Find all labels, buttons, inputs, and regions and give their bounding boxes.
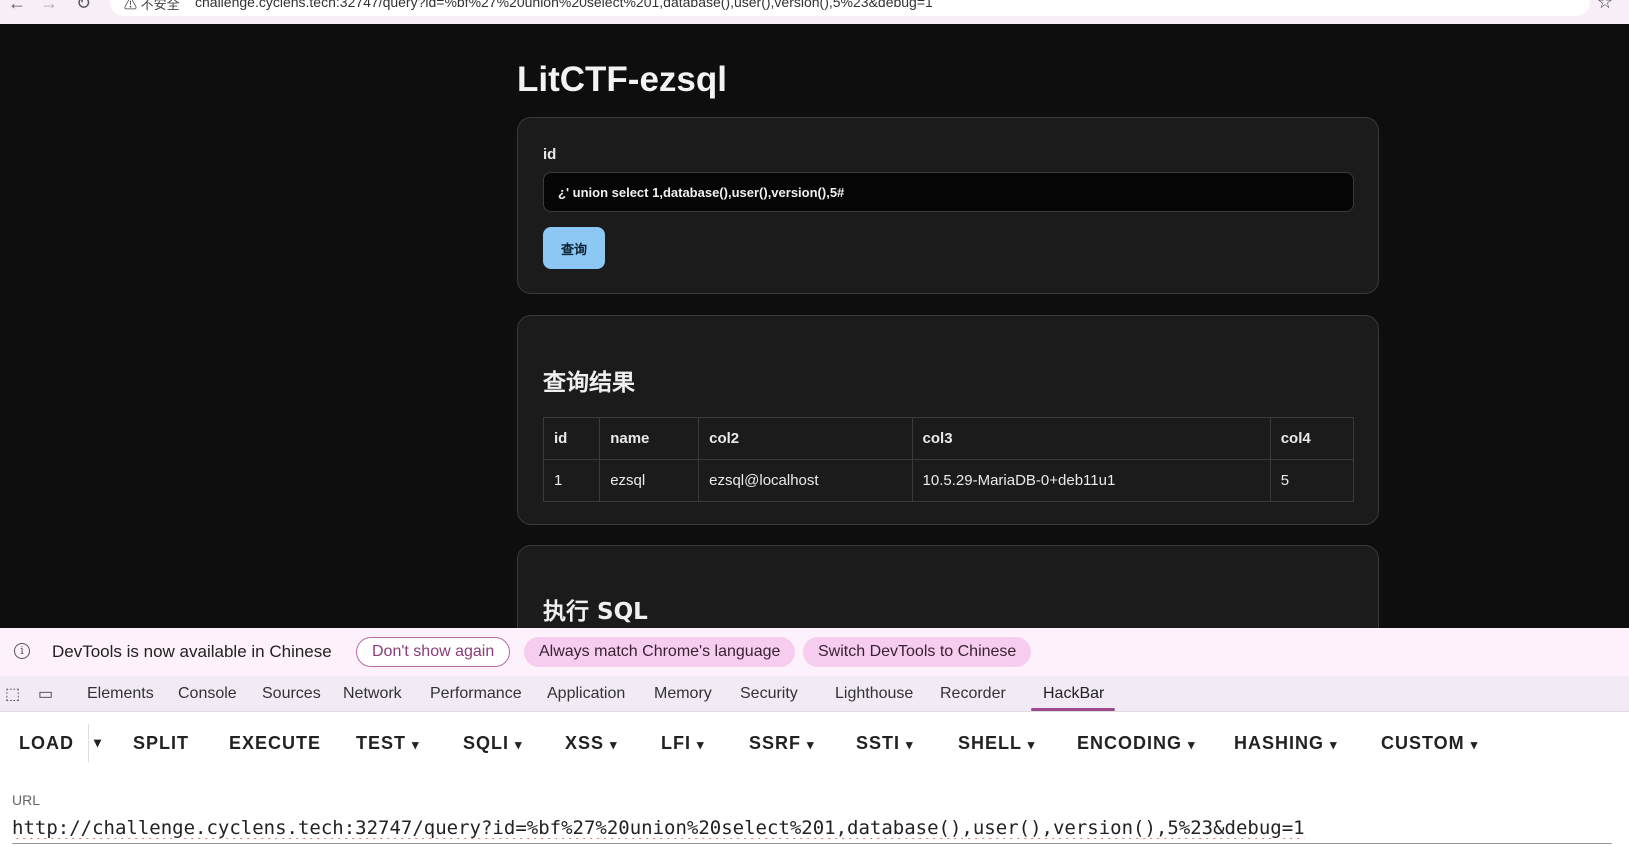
- query-form-card: id 查询: [517, 117, 1379, 294]
- column-header: col2: [698, 417, 913, 460]
- infobar-message: DevTools is now available in Chinese: [52, 642, 332, 661]
- tab-console[interactable]: Console: [178, 685, 237, 703]
- always-match-language-button[interactable]: Always match Chrome's language: [524, 637, 796, 667]
- tab-hackbar[interactable]: HackBar: [1043, 685, 1104, 703]
- hackbar-panel: LOAD ▾ SPLIT EXECUTE TEST ▾ SQLI ▾ XSS ▾…: [0, 712, 1629, 858]
- url-input[interactable]: [12, 812, 1612, 844]
- ssrf-menu[interactable]: SSRF ▾: [749, 733, 815, 754]
- tab-network[interactable]: Network: [343, 685, 402, 703]
- chevron-down-icon: ▾: [906, 737, 914, 752]
- tab-lighthouse[interactable]: Lighthouse: [835, 685, 913, 703]
- arrow-right-icon[interactable]: →: [40, 0, 58, 14]
- chevron-down-icon: ▾: [1027, 737, 1036, 752]
- chevron-down-icon: ▾: [1470, 737, 1479, 752]
- device-toolbar-icon[interactable]: ▭: [38, 684, 53, 704]
- chevron-down-icon: ▾: [1188, 737, 1196, 752]
- sqli-menu[interactable]: SQLI ▾: [463, 733, 523, 754]
- column-header: col3: [911, 417, 1271, 460]
- result-card: 查询结果 id name col2 col3 col4 1 ezsql ezsq…: [517, 315, 1379, 525]
- hashing-menu[interactable]: HASHING ▾: [1234, 733, 1338, 754]
- execute-button[interactable]: EXECUTE: [229, 733, 321, 754]
- menu-label: ENCODING: [1077, 733, 1183, 753]
- result-table: id name col2 col3 col4 1 ezsql ezsql@loc…: [542, 417, 1355, 502]
- chevron-down-icon: ▾: [412, 737, 420, 752]
- menu-label: SQLI: [463, 733, 510, 753]
- load-button[interactable]: LOAD: [19, 733, 74, 754]
- load-dropdown-icon[interactable]: ▾: [94, 734, 102, 751]
- query-button[interactable]: 查询: [543, 227, 605, 269]
- tab-recorder[interactable]: Recorder: [940, 685, 1006, 703]
- menu-label: XSS: [565, 733, 605, 753]
- tab-security[interactable]: Security: [740, 685, 798, 703]
- chevron-down-icon: ▾: [610, 737, 618, 752]
- chevron-down-icon: ▾: [1330, 737, 1338, 752]
- dont-show-again-button[interactable]: Don't show again: [356, 637, 511, 667]
- page-title: LitCTF-ezsql: [517, 60, 727, 99]
- chevron-down-icon: ▾: [515, 737, 523, 752]
- menu-label: TEST: [356, 733, 407, 753]
- lfi-menu[interactable]: LFI ▾: [661, 733, 705, 754]
- menu-label: LFI: [661, 733, 691, 753]
- reload-icon[interactable]: ↻: [76, 0, 91, 14]
- split-button[interactable]: SPLIT: [133, 733, 189, 754]
- table-cell: ezsql@localhost: [698, 459, 913, 502]
- chevron-down-icon: ▾: [697, 737, 705, 752]
- custom-menu[interactable]: CUSTOM ▾: [1381, 733, 1478, 754]
- id-field-label: id: [543, 146, 557, 163]
- exec-sql-card: 执行 SQL: [517, 545, 1379, 628]
- page-viewport: LitCTF-ezsql id 查询 查询结果 id name col2 col…: [0, 24, 1629, 628]
- devtools-tabbar: ⬚ ▭ Elements Console Sources Network Per…: [0, 676, 1629, 712]
- info-icon: i: [14, 643, 30, 659]
- menu-label: SSRF: [749, 733, 802, 753]
- id-input[interactable]: [543, 172, 1354, 212]
- exec-heading: 执行 SQL: [543, 599, 648, 625]
- menu-label: HASHING: [1234, 733, 1325, 753]
- xss-menu[interactable]: XSS ▾: [565, 733, 618, 754]
- security-indicator[interactable]: ⚠ 不安全: [124, 0, 180, 13]
- table-cell: 5: [1269, 459, 1355, 502]
- tab-memory[interactable]: Memory: [654, 685, 712, 703]
- inspect-element-icon[interactable]: ⬚: [5, 684, 20, 704]
- shell-menu[interactable]: SHELL ▾: [958, 733, 1035, 754]
- menu-label: SSTI: [856, 733, 901, 753]
- active-tab-indicator: [1031, 708, 1115, 711]
- table-row: 1 ezsql ezsql@localhost 10.5.29-MariaDB-…: [542, 459, 1355, 502]
- chevron-down-icon: ▾: [807, 737, 815, 752]
- address-text[interactable]: challenge.cyclens.tech:32747/query?id=%b…: [195, 0, 933, 10]
- tab-elements[interactable]: Elements: [87, 685, 154, 703]
- table-cell: 1: [542, 459, 601, 502]
- star-icon[interactable]: ☆: [1597, 0, 1613, 13]
- switch-to-chinese-button[interactable]: Switch DevTools to Chinese: [803, 637, 1032, 667]
- result-heading: 查询结果: [543, 370, 635, 396]
- table-cell: ezsql: [599, 459, 700, 502]
- ssti-menu[interactable]: SSTI ▾: [856, 733, 914, 754]
- tab-sources[interactable]: Sources: [262, 685, 321, 703]
- column-header: name: [599, 417, 700, 460]
- menu-label: CUSTOM: [1381, 733, 1465, 753]
- test-menu[interactable]: TEST ▾: [356, 733, 420, 754]
- menu-label: SHELL: [958, 733, 1022, 753]
- table-header-row: id name col2 col3 col4: [542, 417, 1355, 460]
- tab-application[interactable]: Application: [547, 685, 625, 703]
- table-cell: 10.5.29-MariaDB-0+deb11u1: [911, 459, 1271, 502]
- browser-toolbar: ← → ↻ ⚠ 不安全 challenge.cyclens.tech:32747…: [0, 0, 1629, 24]
- column-header: col4: [1269, 417, 1355, 460]
- security-label: 不安全: [140, 0, 180, 12]
- devtools-language-infobar: i DevTools is now available in Chinese D…: [0, 628, 1629, 676]
- tab-performance[interactable]: Performance: [430, 685, 522, 703]
- menu-divider: [88, 724, 89, 762]
- url-field-label: URL: [12, 792, 41, 808]
- column-header: id: [542, 417, 601, 460]
- arrow-left-icon[interactable]: ←: [8, 0, 26, 14]
- encoding-menu[interactable]: ENCODING ▾: [1077, 733, 1196, 754]
